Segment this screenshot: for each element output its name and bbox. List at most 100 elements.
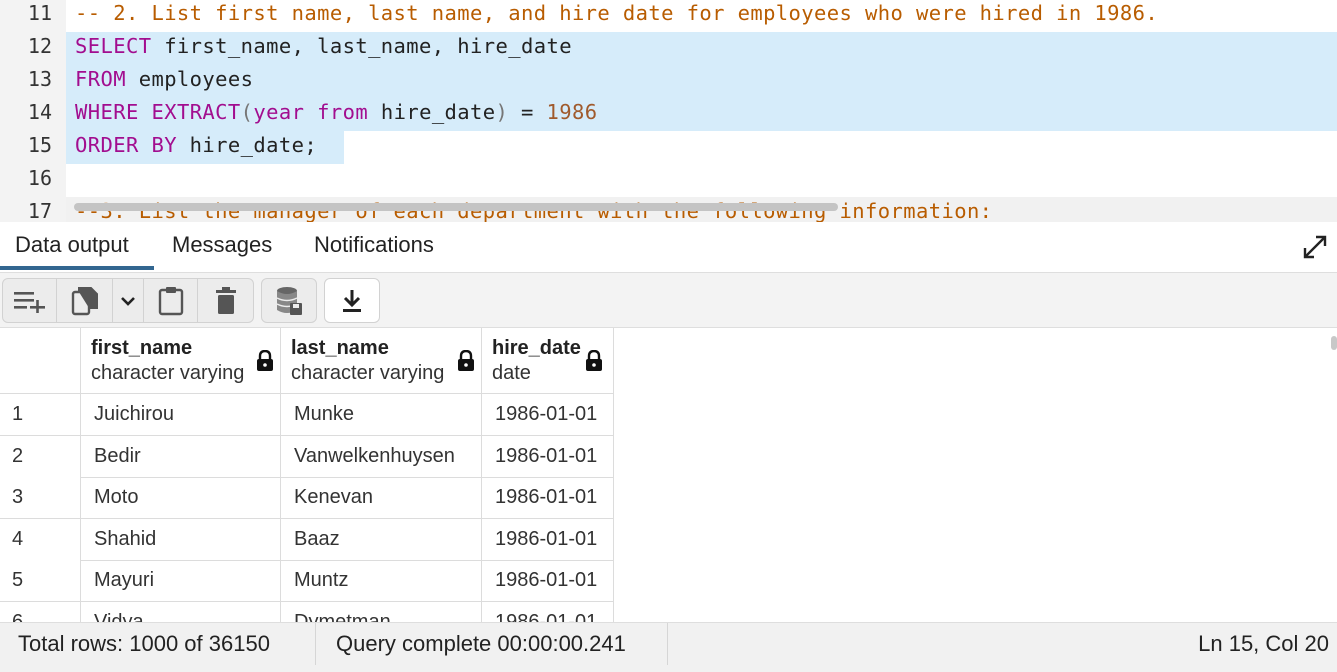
copy-options-dropdown[interactable]: [113, 278, 144, 323]
code-token: SELECT: [75, 34, 152, 58]
sql-editor[interactable]: 11 -- 2. List first name, last name, and …: [0, 0, 1337, 222]
status-divider: [667, 623, 668, 665]
download-button[interactable]: [324, 278, 380, 323]
row-number[interactable]: 1: [0, 394, 81, 436]
code-text: SELECT first_name, last_name, hire_date: [75, 34, 572, 58]
table-row[interactable]: 2 Bedir Vanwelkenhuysen 1986-01-01: [0, 435, 614, 478]
code-token: ORDER BY: [75, 133, 177, 157]
vertical-scrollbar[interactable]: [1331, 336, 1337, 350]
code-token: from: [317, 100, 369, 124]
lock-icon: [256, 349, 274, 372]
cursor-position-label: Ln 15, Col 20: [1198, 631, 1329, 656]
lock-icon: [585, 349, 603, 372]
cell-first-name[interactable]: Mayuri: [81, 560, 281, 602]
table-row[interactable]: 4 Shahid Baaz 1986-01-01: [0, 518, 614, 561]
cell-hire-date[interactable]: 1986-01-01: [482, 477, 614, 519]
horizontal-scrollbar[interactable]: [74, 203, 838, 211]
table-row[interactable]: 3 Moto Kenevan 1986-01-01: [0, 477, 614, 519]
column-name: first_name: [91, 337, 193, 359]
code-token: =: [508, 100, 547, 124]
table-row[interactable]: 6 Vidya Dymetman 1986-01-01: [0, 601, 614, 622]
code-token: FROM: [75, 67, 126, 91]
code-token: year: [253, 100, 305, 124]
row-number[interactable]: 4: [0, 518, 81, 561]
code-token: first_name, last_name, hire_date: [151, 34, 572, 58]
table-row[interactable]: 5 Mayuri Muntz 1986-01-01: [0, 560, 614, 602]
row-number[interactable]: 5: [0, 560, 81, 602]
delete-button[interactable]: [198, 278, 254, 323]
code-token: -- 2. List first name, last name, and hi…: [75, 1, 1159, 25]
line-number: 16: [27, 166, 52, 190]
column-header-last-name[interactable]: last_name character varying: [281, 328, 482, 394]
code-token: 1986: [546, 100, 598, 124]
cell-hire-date[interactable]: 1986-01-01: [482, 560, 614, 602]
add-row-button[interactable]: [2, 278, 57, 323]
expand-icon[interactable]: [1302, 234, 1328, 260]
column-name: hire_date: [492, 337, 581, 359]
code-line[interactable]: 14 WHERE EXTRACT(year from hire_date) = 1…: [0, 98, 1337, 131]
cell-last-name[interactable]: Munke: [281, 394, 482, 436]
code-token: employees: [125, 67, 254, 91]
chevron-down-icon: [120, 295, 136, 307]
code-text: ORDER BY hire_date;: [75, 133, 317, 157]
paste-icon: [158, 286, 184, 316]
table-row[interactable]: 1 Juichirou Munke 1986-01-01: [0, 394, 614, 436]
cell-first-name[interactable]: Vidya: [81, 601, 281, 622]
result-grid[interactable]: first_name character varying last_name c…: [0, 328, 1337, 622]
code-line[interactable]: 11 -- 2. List first name, last name, and …: [0, 0, 1337, 32]
cell-last-name[interactable]: Dymetman: [281, 601, 482, 622]
code-line[interactable]: 15 ORDER BY hire_date;: [0, 131, 1337, 164]
total-rows-label: Total rows: 1000 of 36150: [18, 631, 270, 656]
code-token: (: [240, 100, 254, 124]
tab-data-output[interactable]: Data output: [15, 232, 129, 258]
code-line[interactable]: 16: [0, 164, 1337, 197]
data-toolbar: [0, 273, 1337, 328]
code-token: ): [495, 100, 509, 124]
row-number[interactable]: 2: [0, 435, 81, 478]
line-number: 14: [27, 100, 52, 124]
cell-first-name[interactable]: Bedir: [81, 435, 281, 478]
code-text: WHERE EXTRACT(year from hire_date) = 198…: [75, 100, 597, 124]
copy-button[interactable]: [57, 278, 113, 323]
line-number: 11: [27, 1, 52, 25]
cell-last-name[interactable]: Muntz: [281, 560, 482, 602]
cell-first-name[interactable]: Moto: [81, 477, 281, 519]
column-type: character varying: [91, 362, 245, 384]
line-number: 15: [27, 133, 52, 157]
paste-button[interactable]: [144, 278, 198, 323]
cell-hire-date[interactable]: 1986-01-01: [482, 601, 614, 622]
copy-icon: [71, 286, 99, 316]
status-bar: Total rows: 1000 of 36150 Query complete…: [0, 622, 1337, 672]
cell-hire-date[interactable]: 1986-01-01: [482, 518, 614, 561]
code-text: -- 2. List first name, last name, and hi…: [75, 1, 1158, 25]
save-data-button[interactable]: [261, 278, 317, 323]
code-line[interactable]: 13 FROM employees: [0, 65, 1337, 98]
column-header-hire-date[interactable]: hire_date date: [482, 328, 614, 394]
save-data-icon: [275, 286, 303, 316]
cell-last-name[interactable]: Vanwelkenhuysen: [281, 435, 482, 478]
cell-last-name[interactable]: Kenevan: [281, 477, 482, 519]
cell-hire-date[interactable]: 1986-01-01: [482, 435, 614, 478]
tab-notifications[interactable]: Notifications: [314, 232, 434, 258]
lock-icon: [457, 349, 475, 372]
column-type: date: [492, 362, 531, 384]
tab-messages[interactable]: Messages: [172, 232, 272, 258]
column-header-first-name[interactable]: first_name character varying: [81, 328, 281, 394]
cell-last-name[interactable]: Baaz: [281, 518, 482, 561]
delete-icon: [215, 286, 237, 315]
add-row-icon: [13, 289, 47, 313]
column-name: last_name: [291, 337, 389, 359]
line-number: 13: [27, 67, 52, 91]
result-tabs: Data output Messages Notifications: [0, 222, 1337, 273]
cell-first-name[interactable]: Juichirou: [81, 394, 281, 436]
row-number[interactable]: 3: [0, 477, 81, 519]
row-number[interactable]: 6: [0, 601, 81, 622]
row-number-header[interactable]: [0, 328, 81, 394]
code-line[interactable]: 12 SELECT first_name, last_name, hire_dat…: [0, 32, 1337, 65]
column-type: character varying: [291, 362, 445, 384]
line-number: 17: [27, 199, 52, 222]
cell-first-name[interactable]: Shahid: [81, 518, 281, 561]
query-status-label: Query complete 00:00:00.241: [336, 631, 626, 656]
cell-hire-date[interactable]: 1986-01-01: [482, 394, 614, 436]
active-tab-indicator: [0, 266, 154, 270]
